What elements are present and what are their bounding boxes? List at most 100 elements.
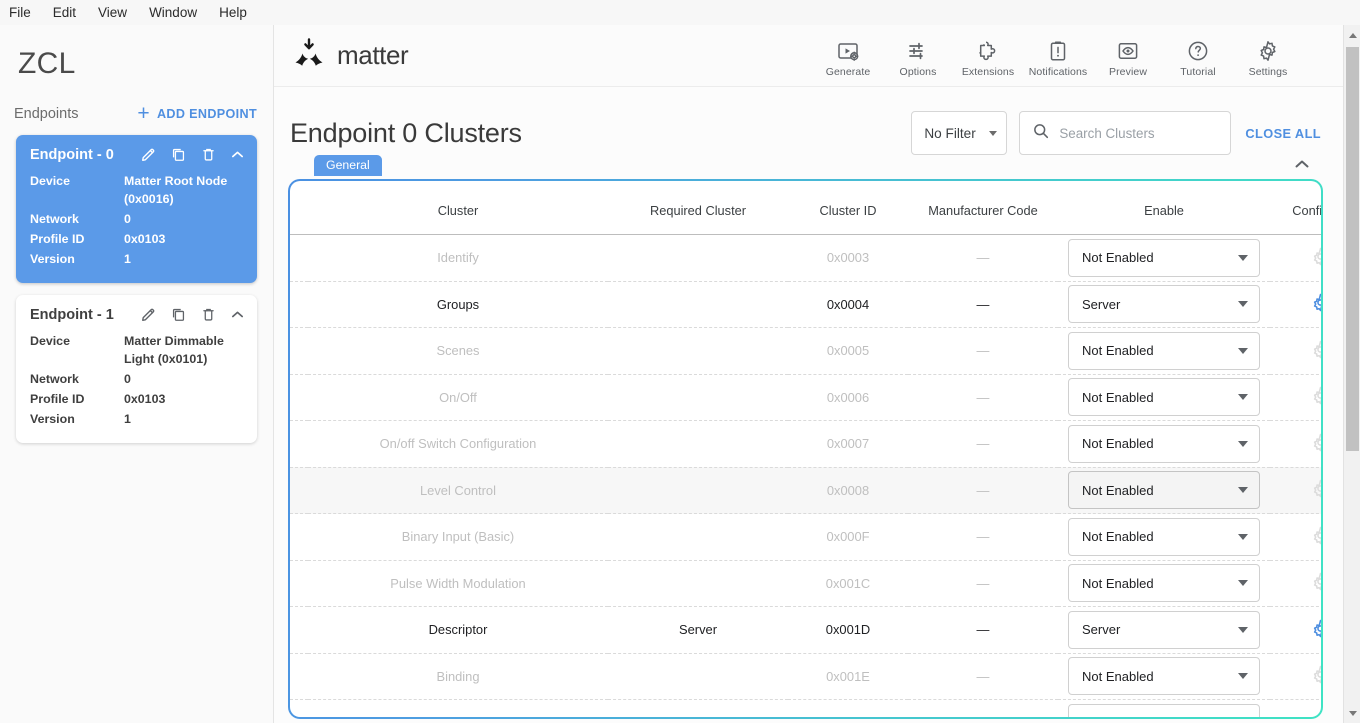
collapse-endpoint-icon[interactable] (230, 148, 245, 161)
menu-item-view[interactable]: View (87, 2, 138, 24)
duplicate-endpoint-icon[interactable] (170, 306, 187, 323)
endpoint-card-header: Endpoint - 1 (30, 306, 245, 323)
tab-general[interactable]: General (314, 155, 382, 176)
configure-cell (1270, 432, 1321, 456)
scroll-up-arrow-icon[interactable] (1344, 27, 1360, 43)
window-scrollbar-thumb[interactable] (1346, 47, 1359, 451)
toolbar-settings-button[interactable]: Settings (1233, 33, 1303, 78)
enable-dropdown[interactable]: Not Enabled (1068, 239, 1260, 277)
endpoint-field-key: Version (30, 250, 124, 268)
cell-manufacturer-code: — (908, 467, 1058, 514)
window-vertical-scrollbar[interactable] (1343, 25, 1360, 723)
column-spacer (290, 181, 308, 235)
endpoint-actions (140, 146, 245, 163)
menu-item-window[interactable]: Window (138, 2, 208, 24)
cell-manufacturer-code: — (908, 421, 1058, 468)
enable-dropdown[interactable]: Not Enabled (1068, 425, 1260, 463)
cell-cluster-name: Descriptor (308, 607, 608, 654)
chevron-down-icon (989, 131, 997, 136)
table-row[interactable]: Scenes 0x0005 — Not Enabled (290, 328, 1321, 375)
collapse-endpoint-icon[interactable] (230, 308, 245, 321)
scroll-down-arrow-icon[interactable] (1344, 705, 1360, 721)
configure-gear-icon[interactable] (1310, 571, 1322, 595)
cell-enable: Not Enabled (1058, 653, 1270, 700)
configure-cell (1270, 525, 1321, 549)
toolbar-notifications-button[interactable]: Notifications (1023, 33, 1093, 78)
row-spacer (290, 281, 308, 328)
toolbar-options-button[interactable]: Options (883, 33, 953, 78)
row-spacer (290, 700, 308, 718)
search-input[interactable] (1059, 126, 1214, 141)
menu-item-help[interactable]: Help (208, 2, 258, 24)
collapse-panel-chevron-icon[interactable] (1293, 157, 1311, 176)
toolbar-extensions-button[interactable]: Extensions (953, 33, 1023, 78)
cell-cluster-name: Binding (308, 653, 608, 700)
enable-dropdown[interactable]: Not Enabled (1068, 564, 1260, 602)
cluster-table-body: Identify 0x0003 — Not Enabled Groups 0 (290, 235, 1321, 718)
table-row[interactable]: Level Control 0x0008 — Not Enabled (290, 467, 1321, 514)
enable-dropdown[interactable]: Not Enabled (1068, 332, 1260, 370)
cluster-panel-inner: Cluster Required Cluster Cluster ID Manu… (290, 181, 1321, 717)
toolbar-preview-button[interactable]: Preview (1093, 33, 1163, 78)
edit-endpoint-icon[interactable] (140, 306, 157, 323)
configure-gear-icon[interactable] (1310, 711, 1322, 717)
endpoint-field-value: 1 (124, 410, 131, 428)
configure-cell (1270, 339, 1321, 363)
endpoint-field-key: Network (30, 210, 124, 228)
table-row[interactable]: Identify 0x0003 — Not Enabled (290, 235, 1321, 282)
sidebar: ZCL Endpoints + ADD ENDPOINT Endpoint - … (0, 25, 274, 723)
add-endpoint-button[interactable]: + ADD ENDPOINT (133, 103, 261, 125)
cell-configure (1270, 560, 1321, 607)
enable-dropdown[interactable]: Server (1068, 285, 1260, 323)
toolbar-generate-button[interactable]: Generate (813, 33, 883, 78)
enable-dropdown[interactable]: Not Enabled (1068, 378, 1260, 416)
endpoint-card-header: Endpoint - 0 (30, 146, 245, 163)
enable-dropdown[interactable]: Not Enabled (1068, 518, 1260, 556)
table-row[interactable]: Binary Input (Basic) 0x000F — Not Enable… (290, 514, 1321, 561)
table-row[interactable]: Not Enabled (290, 700, 1321, 718)
cell-manufacturer-code: — (908, 374, 1058, 421)
configure-gear-icon[interactable] (1310, 525, 1322, 549)
configure-gear-icon[interactable] (1310, 478, 1322, 502)
enable-dropdown[interactable]: Server (1068, 611, 1260, 649)
chevron-down-icon (1238, 487, 1248, 493)
enable-dropdown[interactable]: Not Enabled (1068, 657, 1260, 695)
search-clusters-box[interactable] (1019, 111, 1231, 155)
table-row[interactable]: Pulse Width Modulation 0x001C — Not Enab… (290, 560, 1321, 607)
endpoint-field-value: 0x0103 (124, 390, 165, 408)
cell-manufacturer-code: — (908, 281, 1058, 328)
table-row[interactable]: On/Off 0x0006 — Not Enabled (290, 374, 1321, 421)
close-all-button[interactable]: CLOSE ALL (1243, 120, 1323, 147)
configure-gear-icon[interactable] (1310, 246, 1322, 270)
cluster-table-scroll[interactable]: Cluster Required Cluster Cluster ID Manu… (290, 181, 1321, 717)
cell-configure (1270, 607, 1321, 654)
cell-required-cluster (608, 421, 788, 468)
enable-dropdown[interactable]: Not Enabled (1068, 704, 1260, 717)
enable-dropdown[interactable]: Not Enabled (1068, 471, 1260, 509)
configure-gear-icon[interactable] (1310, 385, 1322, 409)
delete-endpoint-icon[interactable] (200, 306, 217, 323)
filter-dropdown[interactable]: No Filter (911, 111, 1007, 155)
cell-configure (1270, 514, 1321, 561)
toolbar-tutorial-button[interactable]: Tutorial (1163, 33, 1233, 78)
configure-gear-icon[interactable] (1310, 292, 1322, 316)
menu-item-edit[interactable]: Edit (42, 2, 87, 24)
delete-endpoint-icon[interactable] (200, 146, 217, 163)
table-row[interactable]: Descriptor Server 0x001D — Server (290, 607, 1321, 654)
table-row[interactable]: Binding 0x001E — Not Enabled (290, 653, 1321, 700)
edit-endpoint-icon[interactable] (140, 146, 157, 163)
configure-gear-icon[interactable] (1310, 432, 1322, 456)
enable-selected-value: Server (1082, 622, 1120, 637)
page-title: Endpoint 0 Clusters (290, 118, 522, 149)
table-row[interactable]: Groups 0x0004 — Server (290, 281, 1321, 328)
cell-manufacturer-code: — (908, 328, 1058, 375)
duplicate-endpoint-icon[interactable] (170, 146, 187, 163)
configure-gear-icon[interactable] (1310, 339, 1322, 363)
endpoint-card[interactable]: Endpoint - 1 Device Matter Dimmable Ligh… (16, 295, 257, 443)
menu-item-file[interactable]: File (0, 2, 42, 24)
endpoint-card[interactable]: Endpoint - 0 Device Matter Root Node (0x… (16, 135, 257, 283)
cell-required-cluster: Server (608, 607, 788, 654)
configure-gear-icon[interactable] (1310, 618, 1322, 642)
table-row[interactable]: On/off Switch Configuration 0x0007 — Not… (290, 421, 1321, 468)
configure-gear-icon[interactable] (1310, 664, 1322, 688)
